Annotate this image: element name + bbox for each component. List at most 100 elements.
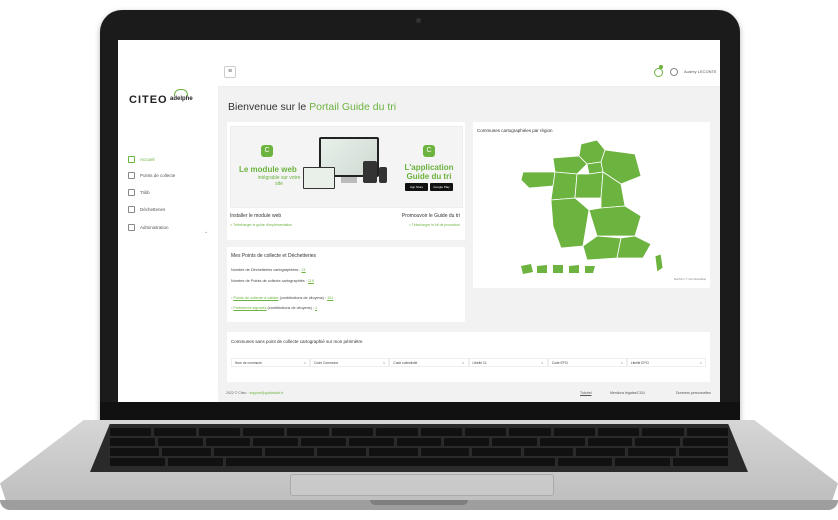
install-module-label: Installer le module web [230, 213, 282, 219]
page-title: Bienvenue sur le Portail Guide du tri [228, 101, 396, 113]
points-card: Mes Points de collecte et Déchetteries N… [227, 247, 465, 322]
download-kit-link[interactable]: > Télécharger le kit de promotion [409, 223, 460, 227]
sort-icon: ⇅ [303, 361, 307, 365]
column-label: Code collectivité [393, 361, 418, 365]
banner-left-title: Le module web [239, 165, 297, 174]
column-label: Code EPCI [551, 361, 569, 365]
sidebar-item-label: Déchetteries [140, 207, 166, 212]
sidebar-item-label: Trilib [140, 190, 150, 195]
sidebar-item-trilib[interactable]: Trilib [128, 189, 150, 196]
laptop-keyboard [90, 424, 748, 472]
problems-count[interactable]: 1 [315, 306, 317, 310]
france-regions-map[interactable] [517, 136, 667, 276]
column-header[interactable]: Libellé CL ⇅ [468, 358, 548, 367]
column-header[interactable]: Nom de commune ⇅ [231, 358, 311, 367]
top-bar: ≡ Audrey LECONTE [118, 40, 720, 87]
points-label: Nombre de Points de collecte cartographi… [231, 279, 307, 283]
home-icon [128, 156, 135, 163]
adelphe-logo: adelphe [170, 96, 193, 102]
region-paca [616, 235, 652, 259]
region-mayotte [585, 266, 595, 273]
banner-left-subtitle: intégrable sur votre site [257, 175, 301, 187]
problems-link[interactable]: Problèmes signalés [233, 306, 266, 310]
tutorial-link[interactable]: Tutoriel [580, 391, 592, 395]
monitor-stand-image [341, 177, 357, 183]
region-centre [574, 171, 604, 199]
region-bretagne [520, 171, 556, 189]
sidebar-item-label: Accueil [140, 157, 155, 162]
points-to-validate-link[interactable]: Points de collecte à valider [233, 296, 278, 300]
guide-du-tri-logo-icon: C [261, 145, 273, 157]
sidebar-item-points-de-collecte[interactable]: Points de collecte [128, 172, 175, 179]
points-count-link[interactable]: 119 [308, 279, 314, 283]
notification-badge [659, 65, 663, 69]
sidebar-item-administration[interactable]: Administration [128, 224, 169, 231]
notification-icon[interactable] [654, 68, 663, 77]
communes-table-title: Communes sans point de collecte cartogra… [231, 339, 363, 344]
phone-image [379, 167, 387, 183]
settings-icon [128, 224, 135, 231]
points-count-line: Nombre de Points de collecte cartographi… [231, 279, 314, 283]
sidebar-item-accueil[interactable]: Accueil [128, 156, 155, 163]
user-name[interactable]: Audrey LECONTE [684, 69, 717, 74]
guide-du-tri-app-icon: C [423, 145, 435, 157]
map-card: Communes cartographiées par région MapTi… [473, 122, 710, 288]
region-nouvelle-aquitaine [550, 197, 590, 249]
region-auvergne-rhone-alpes [588, 205, 642, 237]
problems-suffix: (contributions de citoyens) : [267, 306, 314, 310]
region-corse [654, 253, 664, 273]
copyright-text: 2022 © Citeo · [226, 391, 249, 395]
support-email-link[interactable]: support@guidedutri.fr [250, 391, 284, 395]
region-occitanie [582, 235, 622, 261]
banner-right-title: L'application Guide du tri [404, 163, 454, 181]
upload-icon [128, 172, 135, 179]
user-icon[interactable] [670, 68, 678, 76]
dechetteries-label: Nombre de Déchetteries cartographiées : [231, 268, 301, 272]
map-card-title: Communes cartographiées par région [477, 128, 553, 133]
google-play-button[interactable]: Google Play [430, 183, 453, 191]
hamburger-icon[interactable]: ≡ [224, 66, 236, 78]
problems-line: › Problèmes signalés (contributions de c… [231, 306, 317, 310]
download-guide-link[interactable]: > Télécharger le guide d'implémentation [230, 223, 292, 227]
sort-icon: ⇅ [382, 361, 386, 365]
communes-table-card: Communes sans point de collecte cartogra… [227, 332, 710, 382]
recycle-icon [128, 206, 135, 213]
region-reunion [569, 265, 579, 273]
chevron-down-icon[interactable]: ⌄ [204, 229, 208, 235]
promote-guide-label: Promouvoir le Guide du tri [401, 213, 460, 219]
laptop-notch [370, 500, 468, 505]
citeo-logo: CITEO [129, 94, 168, 106]
adelphe-logo-swirl [174, 89, 188, 96]
column-label: Libellé EPCI [630, 361, 650, 365]
region-guadeloupe [521, 264, 533, 274]
laptop-image [303, 167, 335, 189]
column-header[interactable]: Code collectivité ⇅ [389, 358, 469, 367]
column-label: Nom de commune [235, 361, 262, 365]
promo-banner[interactable]: C Le module web intégrable sur votre sit… [230, 126, 463, 208]
column-header[interactable]: Libellé EPCI ⇅ [626, 358, 707, 367]
sidebar-item-label: Administration [140, 225, 169, 230]
tablet-image [363, 161, 377, 183]
column-header[interactable]: Code EPCI ⇅ [547, 358, 627, 367]
upload-icon [128, 189, 135, 196]
column-header[interactable]: Code Commune ⇅ [310, 358, 390, 367]
personal-data-link[interactable]: Données personnelles [676, 391, 711, 395]
sort-icon: ⇅ [462, 361, 465, 365]
laptop-screen: ≡ Audrey LECONTE CITEO adelphe Accueil P… [118, 40, 720, 402]
sidebar-item-dechetteries[interactable]: Déchetteries [128, 206, 165, 213]
table-header-row: Nom de commune ⇅ Code Commune ⇅ Code colle… [231, 358, 707, 367]
points-card-title: Mes Points de collecte et Déchetteries [231, 253, 317, 259]
sort-icon: ⇅ [541, 361, 544, 365]
sort-icon: ⇅ [699, 361, 703, 365]
dechetteries-count-link[interactable]: 21 [302, 268, 306, 272]
mentions-link[interactable]: Mentions légales/CGU [610, 391, 645, 395]
sidebar: CITEO adelphe Accueil Points de collecte… [118, 86, 219, 402]
dechetteries-count-line: Nombre de Déchetteries cartographiées : … [231, 268, 306, 272]
region-pays-de-la-loire [550, 171, 578, 201]
points-to-validate-count[interactable]: 101 [327, 296, 333, 300]
page-title-highlight: Portail Guide du tri [309, 101, 397, 113]
region-normandie [552, 155, 588, 175]
promo-card: C Le module web intégrable sur votre sit… [227, 122, 465, 240]
app-store-button[interactable]: App Store [405, 183, 428, 191]
map-credit[interactable]: MapTiler | © OpenStreetMap [674, 278, 706, 281]
